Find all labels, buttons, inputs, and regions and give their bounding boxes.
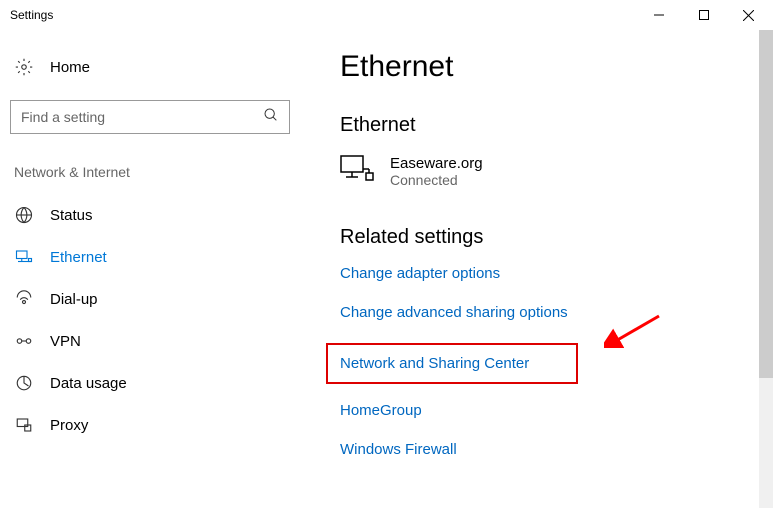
ethernet-icon <box>14 248 34 266</box>
sidebar-item-label: Status <box>50 207 93 224</box>
scrollbar-thumb[interactable] <box>759 30 773 378</box>
search-box[interactable] <box>10 100 290 134</box>
sidebar-item-label: Data usage <box>50 375 127 392</box>
related-settings-title: Related settings <box>340 226 743 249</box>
sidebar-item-ethernet[interactable]: Ethernet <box>10 236 290 278</box>
sidebar-item-datausage[interactable]: Data usage <box>10 362 290 404</box>
data-usage-icon <box>14 374 34 392</box>
link-windows-firewall[interactable]: Windows Firewall <box>340 441 743 458</box>
vpn-icon <box>14 332 34 350</box>
dialup-icon <box>14 290 34 308</box>
main-panel: Ethernet Ethernet Easeware.org Connected… <box>300 30 773 508</box>
globe-icon <box>14 206 34 224</box>
sidebar: Home Network & Internet Status <box>0 30 300 508</box>
sidebar-item-label: Ethernet <box>50 249 107 266</box>
close-button[interactable] <box>726 0 771 30</box>
link-network-sharing-center[interactable]: Network and Sharing Center <box>326 343 578 384</box>
page-title: Ethernet <box>340 50 743 84</box>
sidebar-item-label: Proxy <box>50 417 88 434</box>
minimize-button[interactable] <box>636 0 681 30</box>
content: Home Network & Internet Status <box>0 30 773 508</box>
home-button[interactable]: Home <box>10 50 290 84</box>
window-controls <box>636 0 771 30</box>
monitor-icon <box>340 155 374 190</box>
connection-status: Connected <box>390 172 483 188</box>
home-label: Home <box>50 59 90 76</box>
link-change-adapter-options[interactable]: Change adapter options <box>340 265 743 282</box>
link-change-advanced-sharing[interactable]: Change advanced sharing options <box>340 304 743 321</box>
window-title: Settings <box>10 8 53 22</box>
connection-name: Easeware.org <box>390 155 483 172</box>
sidebar-item-proxy[interactable]: Proxy <box>10 404 290 446</box>
connection-item[interactable]: Easeware.org Connected <box>340 155 743 190</box>
sidebar-item-label: Dial-up <box>50 291 98 308</box>
titlebar: Settings <box>0 0 773 30</box>
scrollbar-track[interactable] <box>759 30 773 508</box>
search-icon <box>263 107 279 128</box>
category-label: Network & Internet <box>14 164 290 180</box>
link-homegroup[interactable]: HomeGroup <box>340 402 743 419</box>
sidebar-item-vpn[interactable]: VPN <box>10 320 290 362</box>
gear-icon <box>14 58 34 76</box>
search-input[interactable] <box>21 109 263 125</box>
sidebar-item-dialup[interactable]: Dial-up <box>10 278 290 320</box>
maximize-button[interactable] <box>681 0 726 30</box>
sidebar-item-status[interactable]: Status <box>10 194 290 236</box>
proxy-icon <box>14 416 34 434</box>
section-title-ethernet: Ethernet <box>340 114 743 137</box>
sidebar-item-label: VPN <box>50 333 81 350</box>
